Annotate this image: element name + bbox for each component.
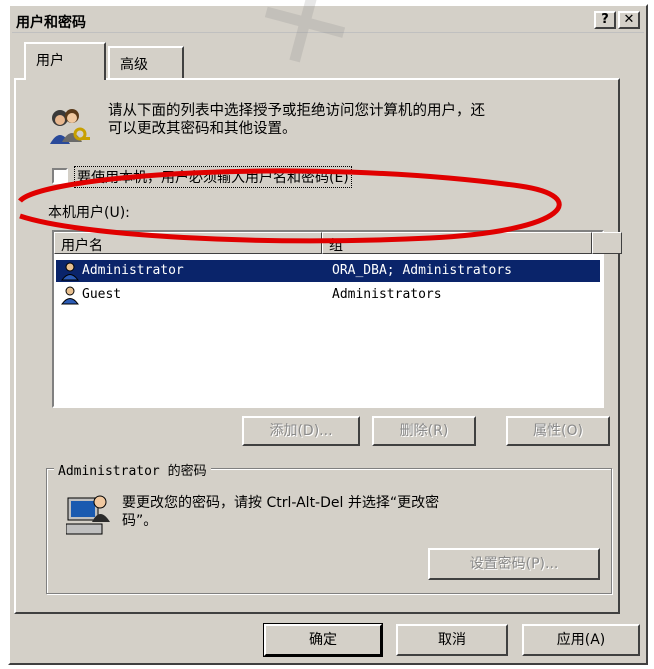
table-row[interactable]: Guest Administrators (56, 284, 600, 306)
intro-line-2: 可以更改其密码和其他设置。 (108, 121, 297, 137)
table-row[interactable]: Administrator ORA_DBA; Administrators (56, 260, 600, 282)
password-group-title: Administrator 的密码 (54, 460, 211, 479)
cancel-button[interactable]: 取消 (396, 624, 508, 656)
require-login-checkbox[interactable] (52, 168, 68, 184)
close-button[interactable]: ✕ (618, 11, 640, 29)
computer-user-icon (65, 492, 112, 540)
user-icon (60, 261, 80, 285)
user-icon (60, 285, 80, 309)
user-group: Administrators (332, 287, 442, 302)
remove-user-button[interactable]: 删除(R) (372, 416, 476, 446)
tab-users[interactable]: 用户 (24, 42, 106, 80)
column-header-group[interactable]: 组 (322, 232, 592, 254)
column-header-username[interactable]: 用户名 (54, 232, 322, 254)
apply-button[interactable]: 应用(A) (522, 624, 640, 656)
title-bar[interactable]: 用户和密码 ? ✕ (12, 8, 644, 33)
intro-text: 请从下面的列表中选择授予或拒绝访问您计算机的用户，还 可以更改其密码和其他设置。 (108, 102, 485, 138)
users-keys-icon (46, 104, 92, 150)
user-group: ORA_DBA; Administrators (332, 263, 513, 278)
column-header-filler (592, 232, 622, 254)
add-user-button[interactable]: 添加(D)... (242, 416, 360, 446)
users-tab-panel: 请从下面的列表中选择授予或拒绝访问您计算机的用户，还 可以更改其密码和其他设置。… (14, 78, 622, 614)
password-text-line-2: 码”。 (122, 513, 158, 529)
password-instructions: 要更改您的密码，请按 Ctrl-Alt-Del 并选择“更改密 码”。 (122, 494, 439, 530)
password-text-line-1: 要更改您的密码，请按 Ctrl-Alt-Del 并选择“更改密 (122, 495, 440, 511)
set-password-button[interactable]: 设置密码(P)... (428, 548, 600, 580)
user-name: Administrator (82, 263, 184, 278)
local-users-label: 本机用户(U): (48, 205, 130, 221)
window-title: 用户和密码 (16, 15, 86, 31)
user-name: Guest (82, 287, 122, 302)
intro-line-1: 请从下面的列表中选择授予或拒绝访问您计算机的用户，还 (108, 103, 485, 119)
local-users-list[interactable]: 用户名 组 Administrator ORA_DBA; Administrat… (52, 230, 622, 408)
ok-button[interactable]: 确定 (263, 623, 383, 657)
help-button[interactable]: ? (594, 11, 616, 29)
tab-advanced[interactable]: 高级 (108, 46, 184, 78)
require-login-label[interactable]: 要使用本机，用户必须输入用户名和密码(E) (74, 166, 352, 188)
properties-button[interactable]: 属性(O) (506, 416, 610, 446)
